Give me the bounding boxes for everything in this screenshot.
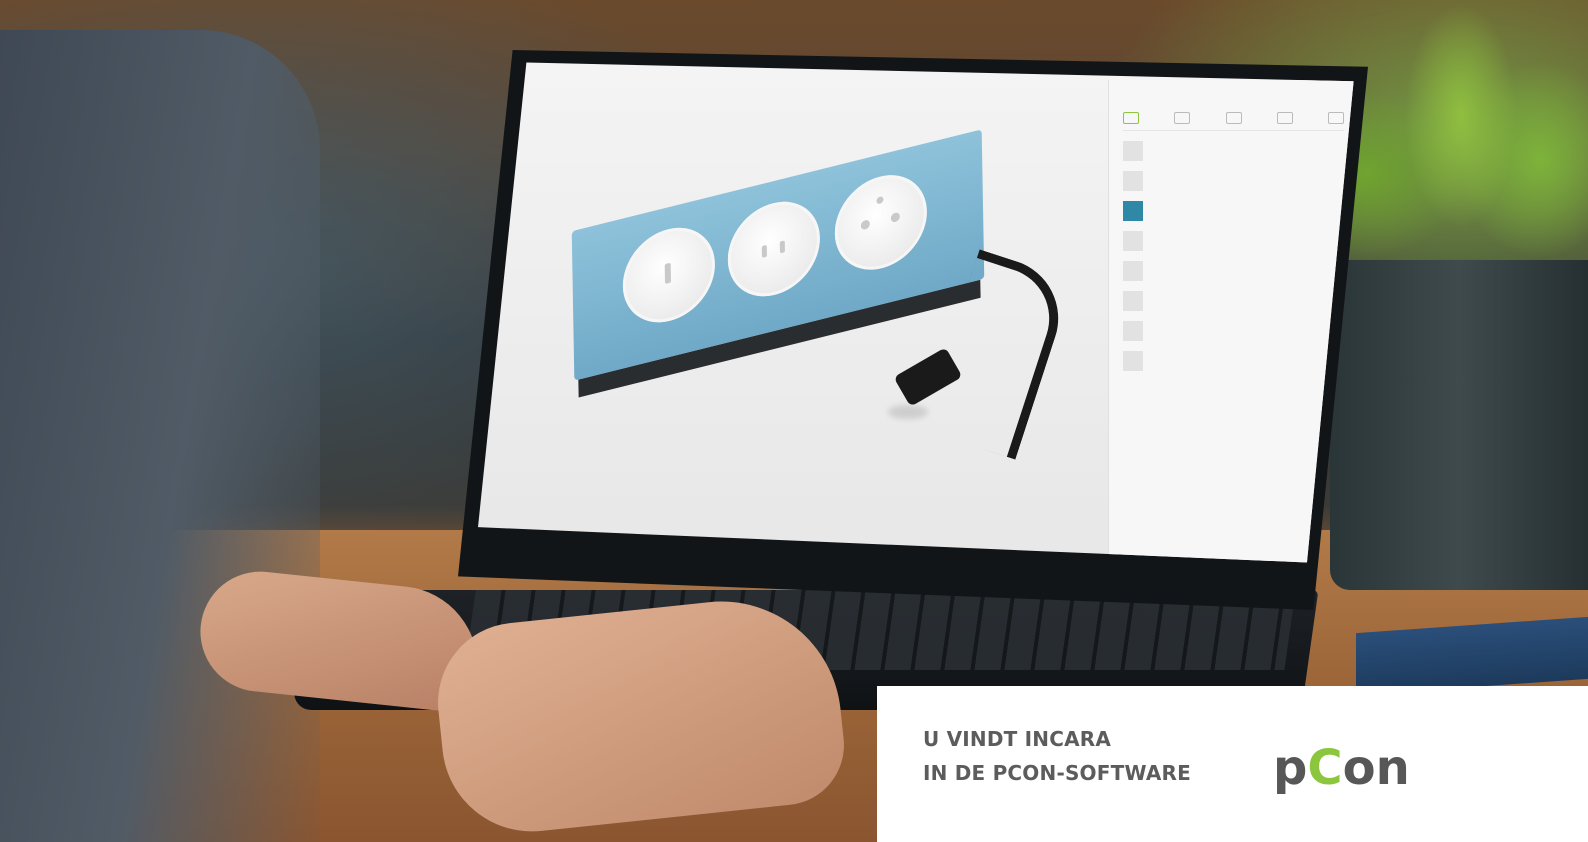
panel-header (1123, 88, 1344, 98)
option-thumbnail (1123, 261, 1143, 281)
option-row[interactable] (1123, 321, 1344, 341)
option-thumbnail (1123, 141, 1143, 161)
option-row[interactable] (1123, 141, 1344, 161)
pcon-logo-text: pCon (1273, 740, 1410, 796)
option-thumbnail (1123, 201, 1143, 221)
logo-c: C (1307, 740, 1342, 796)
person-shoulder (0, 30, 320, 842)
option-row[interactable] (1123, 201, 1344, 221)
socket-usb (622, 217, 716, 333)
socket-usb-c (727, 191, 821, 307)
option-thumbnail (1123, 171, 1143, 191)
plug-shadow (888, 405, 928, 419)
option-row[interactable] (1123, 291, 1344, 311)
tab-icon[interactable] (1174, 112, 1191, 124)
option-row[interactable] (1123, 261, 1344, 281)
tab-icon[interactable] (1123, 112, 1139, 124)
laptop-screen (478, 62, 1354, 563)
tab-icon[interactable] (1276, 112, 1293, 124)
tagline-line-1: U VINDT INCARA (923, 727, 1112, 751)
option-thumbnail (1123, 291, 1143, 311)
option-thumbnail (1123, 321, 1143, 341)
panel-tabs (1123, 112, 1344, 131)
socket-power (834, 165, 928, 280)
option-row[interactable] (1123, 231, 1344, 251)
option-thumbnail (1123, 231, 1143, 251)
option-thumbnail (1123, 351, 1143, 371)
logo-p: p (1273, 740, 1307, 796)
tab-icon[interactable] (1328, 112, 1344, 124)
tagline: U VINDT INCARA IN DE PCON-SOFTWARE (923, 722, 1191, 790)
tagline-line-2: IN DE PCON-SOFTWARE (923, 761, 1191, 785)
right-hand (430, 589, 850, 841)
pcon-logo[interactable]: pCon (1273, 738, 1433, 798)
logo-on: on (1343, 740, 1410, 796)
power-strip-render (571, 129, 985, 381)
plant-pot (1330, 260, 1588, 590)
branding-card: U VINDT INCARA IN DE PCON-SOFTWARE pCon (877, 686, 1588, 842)
option-row[interactable] (1123, 351, 1344, 371)
tab-icon[interactable] (1225, 112, 1242, 124)
option-row[interactable] (1123, 171, 1344, 191)
